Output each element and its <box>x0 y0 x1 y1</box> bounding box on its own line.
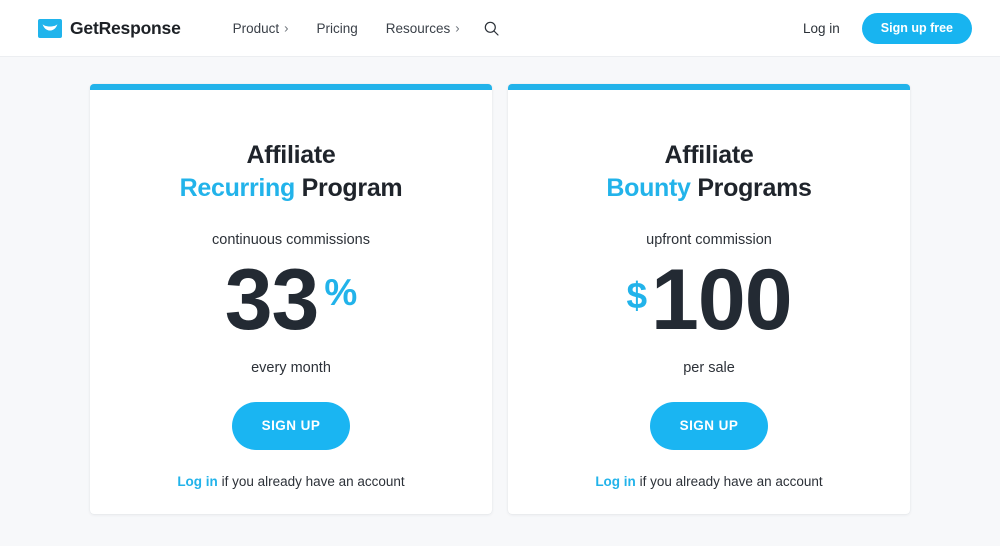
card-title-accent: Recurring <box>179 174 296 203</box>
card-figure-caption: every month <box>251 359 331 376</box>
card-figure-suffix: % <box>324 271 358 313</box>
card-figure-prefix: $ <box>626 274 648 316</box>
plan-card-recurring: Affiliate Recurring Program continuous c… <box>90 84 492 514</box>
card-figure: $ 100 <box>626 251 792 348</box>
card-figure-number: 100 <box>651 251 792 348</box>
signup-button[interactable]: SIGN UP <box>650 401 768 450</box>
nav-item-resources[interactable]: Resources › <box>372 15 474 42</box>
header-login-link[interactable]: Log in <box>803 21 840 36</box>
card-subtitle: continuous commissions <box>212 231 370 248</box>
header-actions: Log in Sign up free <box>803 13 972 44</box>
brand-logo[interactable]: GetResponse <box>38 18 181 39</box>
chevron-right-icon: › <box>455 20 460 36</box>
card-title-rest: Program <box>301 174 403 203</box>
nav-item-label: Pricing <box>316 21 358 36</box>
card-figure: 33 % <box>224 251 358 348</box>
card-title: Affiliate Bounty Programs <box>606 139 812 206</box>
card-title-line1: Affiliate <box>664 141 754 169</box>
card-title-accent: Bounty <box>606 174 691 203</box>
site-header: GetResponse Product › Pricing Resources … <box>0 0 1000 57</box>
card-title-line1: Affiliate <box>246 141 336 169</box>
card-login-link[interactable]: Log in <box>595 474 636 489</box>
signup-free-button[interactable]: Sign up free <box>861 13 972 44</box>
card-footer-text: if you already have an account <box>217 473 405 489</box>
search-icon[interactable] <box>474 15 509 42</box>
chevron-right-icon: › <box>284 20 289 36</box>
card-footer-note: Log in if you already have an account <box>177 474 404 489</box>
plan-card-bounty: Affiliate Bounty Programs upfront commis… <box>508 84 910 514</box>
card-title-rest: Programs <box>697 174 812 203</box>
card-figure-number: 33 <box>224 251 320 348</box>
nav-item-label: Resources <box>385 21 451 36</box>
nav-item-product[interactable]: Product › <box>219 15 303 42</box>
card-subtitle: upfront commission <box>646 231 772 248</box>
card-login-link[interactable]: Log in <box>177 474 218 489</box>
envelope-icon <box>38 19 62 38</box>
main-nav: Product › Pricing Resources › <box>219 15 509 42</box>
card-title: Affiliate Recurring Program <box>180 139 403 206</box>
nav-item-pricing[interactable]: Pricing <box>303 15 372 42</box>
signup-button[interactable]: SIGN UP <box>232 401 350 450</box>
card-footer-text: if you already have an account <box>635 473 823 489</box>
nav-item-label: Product <box>232 21 280 36</box>
card-footer-note: Log in if you already have an account <box>595 474 822 489</box>
brand-name: GetResponse <box>70 18 181 38</box>
plans-container: Affiliate Recurring Program continuous c… <box>0 57 1000 546</box>
card-figure-caption: per sale <box>683 359 735 376</box>
